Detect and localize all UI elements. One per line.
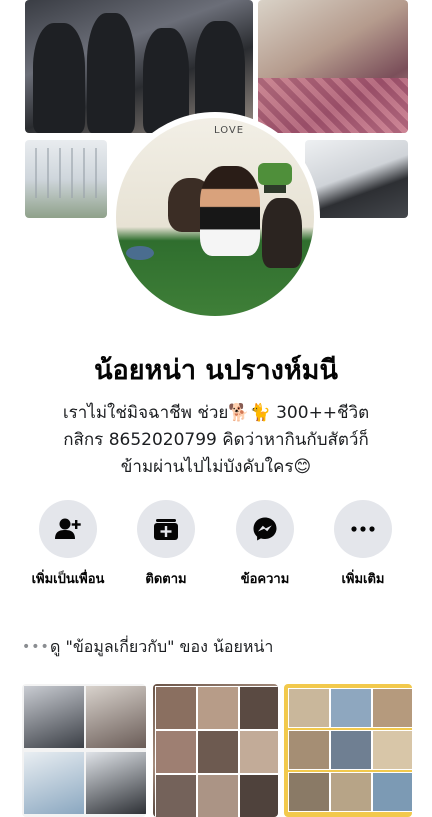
photo-tile[interactable]: [22, 684, 146, 817]
photo-tile[interactable]: [153, 684, 278, 817]
more-button[interactable]: เพิ่มเติม: [313, 500, 413, 589]
profile-name: น้อยหน่า นปรางห์มนี: [94, 355, 338, 386]
follow-icon[interactable]: [137, 500, 195, 558]
photo-grid: [22, 684, 412, 817]
bio-line: เราไม่ใช่มิจฉาชีพ ช่วย🐕🐈 300++ชีวิต: [62, 403, 370, 423]
messenger-icon[interactable]: [236, 500, 294, 558]
profile-picture[interactable]: LOVE: [116, 118, 314, 316]
bio-line: กสิกร 8652020799 คิดว่าหากินกับสัตว์ก็: [63, 430, 369, 450]
more-icon[interactable]: [334, 500, 392, 558]
add-friend-label: เพิ่มเป็นเพื่อน: [31, 572, 105, 587]
add-friend-button[interactable]: เพิ่มเป็นเพื่อน: [18, 500, 118, 589]
see-about-text: ดู "ข้อมูลเกี่ยวกับ" ของ น้อยหน่า: [50, 636, 274, 656]
avatar-love-text: LOVE: [214, 125, 245, 136]
photo-tile[interactable]: [284, 684, 412, 817]
see-about-link[interactable]: ••• ดู "ข้อมูลเกี่ยวกับ" ของ น้อยหน่า: [22, 634, 422, 660]
follow-label: ติดตาม: [145, 572, 187, 587]
ellipsis-icon: •••: [22, 639, 50, 655]
cover-photo-person[interactable]: [305, 140, 408, 218]
profile-actions: เพิ่มเป็นเพื่อน ติดตาม ข้อความ เพิ่มเติม: [0, 500, 432, 590]
cover-photo-building[interactable]: [25, 140, 107, 218]
follow-button[interactable]: ติดตาม: [116, 500, 216, 589]
message-label: ข้อความ: [240, 572, 290, 587]
more-label: เพิ่มเติม: [341, 572, 385, 587]
cover-photo-cats[interactable]: [258, 0, 408, 133]
bio-line: ข้ามผ่านไปไม่บังคับใคร😊: [120, 457, 312, 477]
profile-bio: เราไม่ใช่มิจฉาชีพ ช่วย🐕🐈 300++ชีวิต กสิก…: [30, 400, 402, 481]
message-button[interactable]: ข้อความ: [215, 500, 315, 589]
add-friend-icon[interactable]: [39, 500, 97, 558]
